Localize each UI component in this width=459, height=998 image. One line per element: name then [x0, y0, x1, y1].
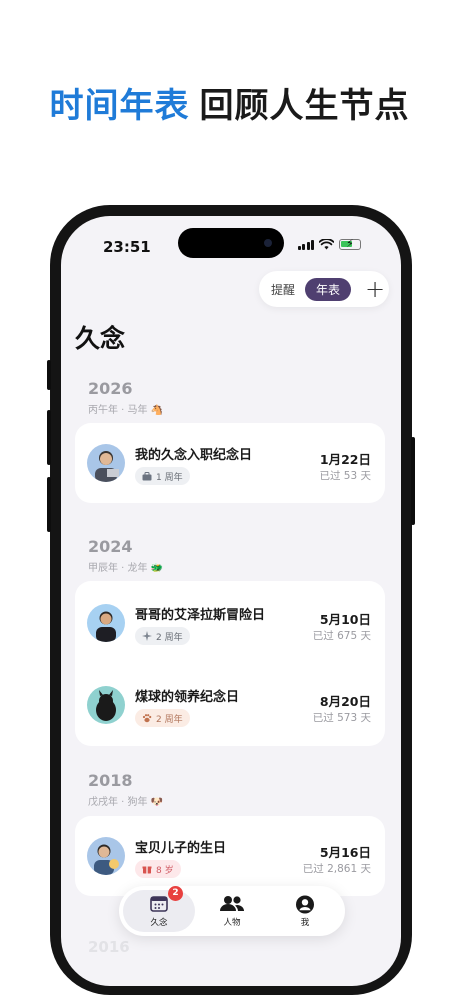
tab-memories[interactable]: 2 久念 — [123, 886, 195, 932]
calendar-icon — [150, 896, 168, 912]
event-date: 5月16日 — [319, 845, 371, 860]
event-date: 1月22日 — [319, 452, 371, 467]
event-elapsed: 已过 2,861 天 — [302, 863, 371, 875]
avatar — [87, 686, 125, 724]
profile-icon — [296, 895, 314, 914]
page-title: 久念 — [75, 324, 126, 353]
tab-reminder[interactable]: 提醒 — [271, 281, 295, 298]
tag-label: 1 周年 — [156, 472, 183, 483]
volume-up-button — [47, 410, 51, 465]
avatar — [87, 444, 125, 482]
year-heading: 2018 — [88, 771, 133, 790]
paw-icon — [142, 714, 152, 723]
event-elapsed: 已过 573 天 — [312, 712, 371, 724]
tag-label: 8 岁 — [156, 865, 174, 876]
avatar — [87, 604, 125, 642]
event-row[interactable]: 哥哥的艾泽拉斯冒险日 2 周年 5月10日 已过 675 天 — [75, 583, 385, 663]
year-subtitle: 戊戌年 · 狗年 🐶 — [88, 797, 164, 808]
action-button — [47, 360, 51, 390]
anniversary-tag: 2 周年 — [135, 627, 190, 645]
anniversary-tag: 1 周年 — [135, 467, 190, 485]
year-heading: 2024 — [88, 537, 133, 556]
year-heading: 2026 — [88, 379, 133, 398]
age-tag: 8 岁 — [135, 860, 181, 878]
tab-timeline[interactable]: 年表 — [305, 277, 352, 301]
tab-me[interactable]: 我 — [269, 890, 341, 932]
status-icons: ⚡ — [297, 237, 361, 250]
battery-icon: ⚡ — [339, 237, 361, 250]
briefcase-icon — [142, 471, 152, 480]
year-subtitle: 丙午年 · 马年 🐴 — [88, 405, 164, 416]
dynamic-island — [178, 228, 284, 258]
bottom-tab-bar: 2 久念 人物 我 — [119, 886, 345, 936]
event-title: 我的久念入职纪念日 — [135, 448, 253, 463]
avatar — [87, 837, 125, 875]
wifi-icon — [319, 239, 334, 250]
event-row[interactable]: 宝贝儿子的生日 8 岁 5月16日 已过 2,861 天 — [75, 816, 385, 896]
event-row[interactable]: 我的久念入职纪念日 1 周年 1月22日 已过 53 天 — [75, 423, 385, 503]
tab-label: 我 — [300, 918, 310, 928]
tab-label: 人物 — [223, 918, 241, 928]
status-time: 23:51 — [103, 238, 151, 256]
signal-icon — [297, 239, 314, 250]
people-icon — [220, 896, 244, 911]
event-date: 8月20日 — [319, 694, 371, 709]
promo-headline: 时间年表 回顾人生节点 — [0, 78, 459, 127]
tag-label: 2 周年 — [156, 632, 183, 643]
add-button[interactable]: + — [365, 277, 385, 301]
tab-label: 久念 — [150, 918, 168, 928]
anniversary-tag: 2 周年 — [135, 709, 190, 727]
volume-down-button — [47, 477, 51, 532]
event-title: 宝贝儿子的生日 — [135, 841, 227, 856]
gift-icon — [142, 866, 152, 874]
headline-accent: 时间年表 — [49, 86, 190, 126]
year-subtitle: 甲辰年 · 龙年 🐲 — [88, 563, 164, 574]
power-button — [411, 437, 415, 525]
top-control-pill: 提醒 年表 + — [259, 271, 389, 307]
year-heading-faded: 2016 — [88, 938, 130, 956]
app-screen: 23:51 ⚡ 提醒 年表 + 久念 2026 丙午年 · 马年 🐴 我的久念入… — [61, 216, 401, 986]
tag-label: 2 周年 — [156, 714, 183, 725]
event-date: 5月10日 — [319, 612, 371, 627]
sparkle-icon — [142, 631, 152, 641]
event-elapsed: 已过 53 天 — [319, 470, 371, 482]
camera-icon — [264, 239, 272, 247]
event-title: 哥哥的艾泽拉斯冒险日 — [135, 608, 266, 623]
event-row[interactable]: 煤球的领养纪念日 2 周年 8月20日 已过 573 天 — [75, 665, 385, 745]
tab-people[interactable]: 人物 — [196, 890, 268, 932]
phone-frame: 23:51 ⚡ 提醒 年表 + 久念 2026 丙午年 · 马年 🐴 我的久念入… — [47, 205, 415, 995]
event-elapsed: 已过 675 天 — [312, 630, 371, 642]
event-card: 哥哥的艾泽拉斯冒险日 2 周年 5月10日 已过 675 天 煤球的领养纪念日 … — [75, 581, 385, 746]
event-title: 煤球的领养纪念日 — [135, 690, 240, 705]
event-card: 我的久念入职纪念日 1 周年 1月22日 已过 53 天 — [75, 423, 385, 503]
event-card: 宝贝儿子的生日 8 岁 5月16日 已过 2,861 天 — [75, 816, 385, 896]
notification-badge: 2 — [168, 886, 183, 901]
headline-rest: 回顾人生节点 — [199, 86, 410, 126]
